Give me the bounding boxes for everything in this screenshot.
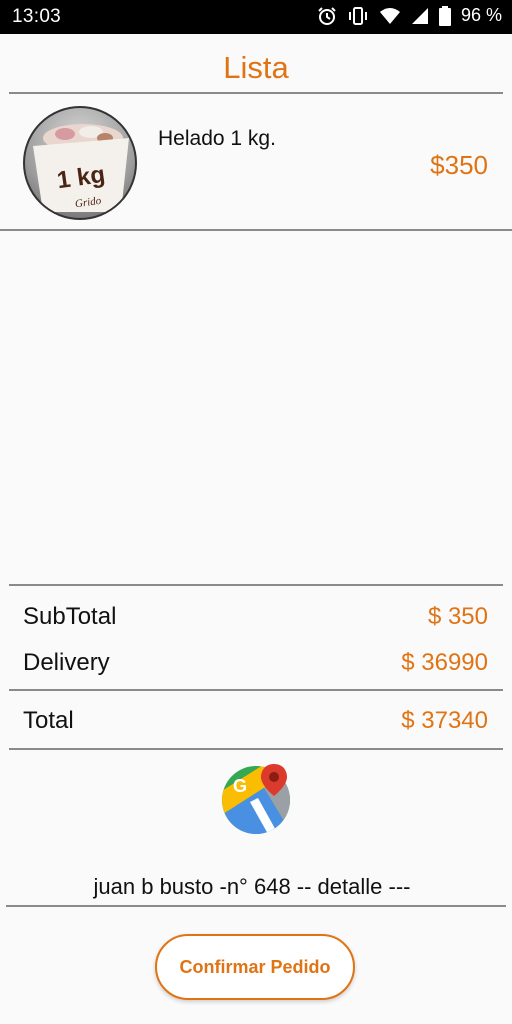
vibrate-icon (348, 6, 367, 25)
item-divider (0, 229, 512, 231)
item-price: $350 (430, 150, 488, 180)
wifi-icon (379, 7, 400, 24)
battery-percent: 96 % (460, 5, 502, 25)
summary-mid-divider (9, 689, 503, 691)
address-divider (6, 905, 506, 907)
battery-icon (438, 5, 451, 26)
item-name: Helado 1 kg. (158, 127, 276, 150)
summary-bottom-divider (9, 748, 503, 750)
header-divider (9, 92, 503, 94)
svg-text:G: G (233, 776, 247, 796)
item-image: 1 kg Grido (23, 106, 137, 220)
status-bar: 13:03 96 % (0, 0, 512, 34)
delivery-value: $ 36990 (401, 649, 488, 676)
delivery-address: juan b busto -n° 648 -- detalle --- (93, 874, 411, 899)
total-value: $ 37340 (401, 707, 488, 734)
status-time: 13:03 (12, 6, 62, 27)
delivery-label: Delivery (23, 649, 110, 676)
subtotal-value: $ 350 (427, 603, 488, 630)
confirm-order-button[interactable]: Confirmar Pedido (155, 934, 355, 1000)
summary-top-divider (9, 584, 503, 586)
page-title: Lista (223, 50, 289, 85)
status-icons: 96 % (317, 5, 502, 26)
total-label: Total (23, 707, 74, 734)
alarm-icon (318, 6, 336, 25)
google-maps-icon[interactable]: G (220, 762, 292, 834)
signal-icon (411, 7, 428, 24)
subtotal-label: SubTotal (23, 603, 117, 630)
